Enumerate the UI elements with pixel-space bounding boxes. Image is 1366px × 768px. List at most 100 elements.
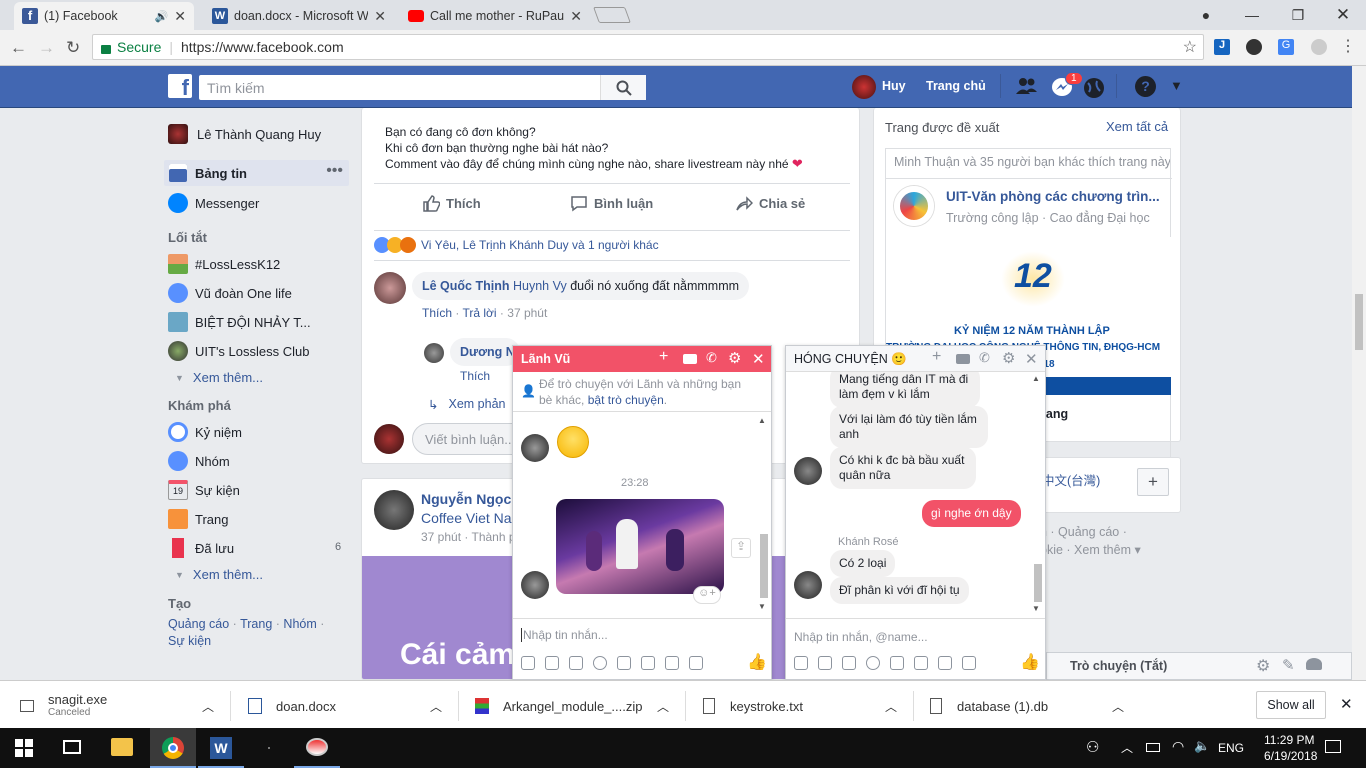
sidebar-item-shortcut[interactable]: UIT's Lossless Club bbox=[168, 341, 309, 361]
account-menu-icon[interactable]: ▼ bbox=[1170, 78, 1183, 93]
comment-mention[interactable]: Huynh Vy bbox=[513, 279, 567, 293]
post-author[interactable]: Nguyễn Ngọc bbox=[421, 491, 511, 507]
camera-icon[interactable] bbox=[665, 656, 679, 670]
home-link[interactable]: Trang chủ bbox=[926, 79, 986, 93]
attachment-icon[interactable] bbox=[617, 656, 631, 670]
extension-icon[interactable] bbox=[1311, 39, 1327, 55]
battery-icon[interactable] bbox=[1146, 743, 1160, 752]
taskbar-chrome[interactable] bbox=[150, 728, 196, 768]
phone-icon[interactable]: ✆ bbox=[979, 350, 990, 366]
tab-word[interactable]: W doan.docx - Microsoft W ✕ bbox=[204, 2, 394, 30]
camera-icon[interactable] bbox=[938, 656, 952, 670]
thumbs-up-send-icon[interactable]: 👍 bbox=[1020, 652, 1040, 672]
avatar[interactable] bbox=[852, 75, 876, 99]
search-button[interactable] bbox=[600, 75, 646, 100]
enable-chat-link[interactable]: bật trò chuyện bbox=[588, 393, 664, 407]
download-item[interactable]: snagit.exe Canceled ︿ bbox=[20, 689, 220, 723]
like-button[interactable]: Thích bbox=[422, 194, 481, 212]
back-arrow-icon[interactable]: ← bbox=[10, 38, 27, 58]
add-person-icon[interactable]: + bbox=[932, 348, 941, 366]
help-icon[interactable]: ? bbox=[1135, 76, 1156, 97]
create-event-link[interactable]: Sự kiện bbox=[168, 634, 211, 648]
action-center-icon[interactable] bbox=[1325, 740, 1341, 753]
chevron-up-icon[interactable]: ︿ bbox=[1112, 698, 1124, 715]
comment-reply-link[interactable]: Trả lời bbox=[462, 306, 496, 320]
poll-icon[interactable] bbox=[962, 656, 976, 670]
friend-requests-icon[interactable] bbox=[1014, 76, 1040, 98]
share-icon[interactable]: ⇪ bbox=[731, 538, 751, 558]
sticker-icon[interactable] bbox=[545, 656, 559, 670]
post-time[interactable]: 37 phút bbox=[421, 530, 461, 544]
more-options-icon[interactable]: ••• bbox=[326, 162, 343, 180]
image-icon[interactable] bbox=[521, 656, 535, 670]
attachment-icon[interactable] bbox=[890, 656, 904, 670]
comment-author[interactable]: Lê Quốc Thịnh bbox=[422, 279, 510, 293]
profile-nav-item[interactable]: Lê Thành Quang Huy bbox=[168, 124, 321, 144]
settings-icon[interactable]: ⚙ bbox=[1002, 349, 1015, 367]
chevron-up-icon[interactable]: ︿ bbox=[657, 698, 669, 715]
task-view-icon[interactable] bbox=[63, 740, 81, 754]
chat-header[interactable]: Lãnh Vũ + ✆ ⚙ ✕ bbox=[513, 346, 771, 372]
avatar[interactable] bbox=[374, 272, 406, 304]
gif-icon[interactable] bbox=[569, 656, 583, 670]
close-icon[interactable]: ✕ bbox=[752, 350, 765, 368]
chat-title[interactable]: Lãnh Vũ bbox=[521, 352, 570, 366]
reactions-summary[interactable]: Vi Yêu, Lê Trịnh Khánh Duy và 1 người kh… bbox=[374, 237, 659, 253]
tab-close-icon[interactable]: ✕ bbox=[174, 8, 186, 25]
chat-sidebar-bar[interactable]: Trò chuyện (Tắt) ⚙ ✎ bbox=[1046, 652, 1352, 680]
bookmark-star-icon[interactable]: ☆ bbox=[1183, 37, 1197, 57]
forward-arrow-icon[interactable]: → bbox=[38, 38, 55, 58]
compose-icon[interactable]: ✎ bbox=[1282, 656, 1295, 674]
people-icon[interactable]: ⚇ bbox=[1086, 738, 1099, 756]
reaction-picker-icon[interactable]: ☺+ bbox=[693, 586, 721, 604]
clock-time[interactable]: 11:29 PM bbox=[1264, 733, 1314, 747]
sidebar-item-shortcut[interactable]: Vũ đoàn One life bbox=[168, 283, 292, 303]
chat-scrollbar[interactable]: ▲ ▼ bbox=[1032, 374, 1044, 616]
link-icon[interactable] bbox=[914, 656, 928, 670]
emoji-icon[interactable] bbox=[593, 656, 607, 670]
create-ad-link[interactable]: Quảng cáo bbox=[168, 617, 229, 631]
sidebar-item-events[interactable]: 19 Sự kiện bbox=[168, 480, 240, 500]
profile-icon[interactable]: ● bbox=[1183, 3, 1229, 27]
thumbs-up-send-icon[interactable]: 👍 bbox=[747, 652, 767, 672]
sidebar-item-messenger[interactable]: Messenger bbox=[168, 193, 259, 213]
address-bar[interactable]: Secure | https://www.facebook.com ☆ bbox=[92, 34, 1204, 60]
translate-icon[interactable]: G bbox=[1278, 39, 1294, 55]
maximize-button[interactable]: ❐ bbox=[1275, 3, 1321, 27]
share-button[interactable]: Chia sẻ bbox=[735, 194, 805, 212]
chat-title[interactable]: HÓNG CHUYỆN 🙂 bbox=[794, 352, 907, 367]
reload-icon[interactable]: ↻ bbox=[66, 38, 80, 58]
shared-video-thumbnail[interactable] bbox=[556, 499, 724, 594]
emoji-icon[interactable] bbox=[866, 656, 880, 670]
chat-scrollbar[interactable]: ▲ ▼ bbox=[758, 414, 770, 614]
taskbar-word[interactable]: W bbox=[198, 728, 244, 768]
gif-icon[interactable] bbox=[842, 656, 856, 670]
page-scrollbar[interactable] bbox=[1352, 66, 1366, 680]
download-item[interactable]: Arkangel_module_....zip ︿ bbox=[475, 689, 675, 723]
file-explorer-icon[interactable] bbox=[111, 738, 133, 756]
download-item[interactable]: keystroke.txt ︿ bbox=[703, 689, 903, 723]
close-window-button[interactable]: ✕ bbox=[1320, 3, 1366, 27]
link-icon[interactable] bbox=[641, 656, 655, 670]
video-call-icon[interactable] bbox=[683, 354, 697, 364]
sidebar-item-shortcut[interactable]: BIỆT ĐỘI NHẢY T... bbox=[168, 312, 311, 332]
sidebar-item-memories[interactable]: Kỷ niệm bbox=[168, 422, 242, 442]
tab-youtube[interactable]: Call me mother - RuPaul ✕ bbox=[400, 2, 590, 30]
settings-icon[interactable]: ⚙ bbox=[1256, 656, 1270, 676]
add-language-button[interactable]: + bbox=[1137, 468, 1169, 496]
table-icon[interactable] bbox=[689, 656, 703, 670]
sidebar-item-groups[interactable]: Nhóm bbox=[168, 451, 230, 471]
search-input[interactable]: Tìm kiếm bbox=[207, 80, 265, 96]
taskbar-snagit[interactable] bbox=[294, 728, 340, 768]
menu-icon[interactable]: ⋮ bbox=[1340, 36, 1356, 56]
sidebar-item-saved[interactable]: Đã lưu bbox=[168, 538, 234, 558]
extension-icon[interactable] bbox=[1246, 39, 1262, 55]
show-all-button[interactable]: Show all bbox=[1256, 691, 1326, 719]
tab-facebook[interactable]: f (1) Facebook 🔊 ✕ bbox=[14, 2, 194, 30]
globe-icon[interactable] bbox=[1083, 77, 1105, 99]
volume-icon[interactable]: 🔈 bbox=[1194, 738, 1210, 754]
sidebar-item-shortcut[interactable]: #LossLessK12 bbox=[168, 254, 280, 274]
minimize-button[interactable]: — bbox=[1229, 3, 1275, 27]
input-language[interactable]: ENG bbox=[1218, 741, 1244, 755]
message-input[interactable]: Nhập tin nhắn... bbox=[521, 628, 608, 642]
